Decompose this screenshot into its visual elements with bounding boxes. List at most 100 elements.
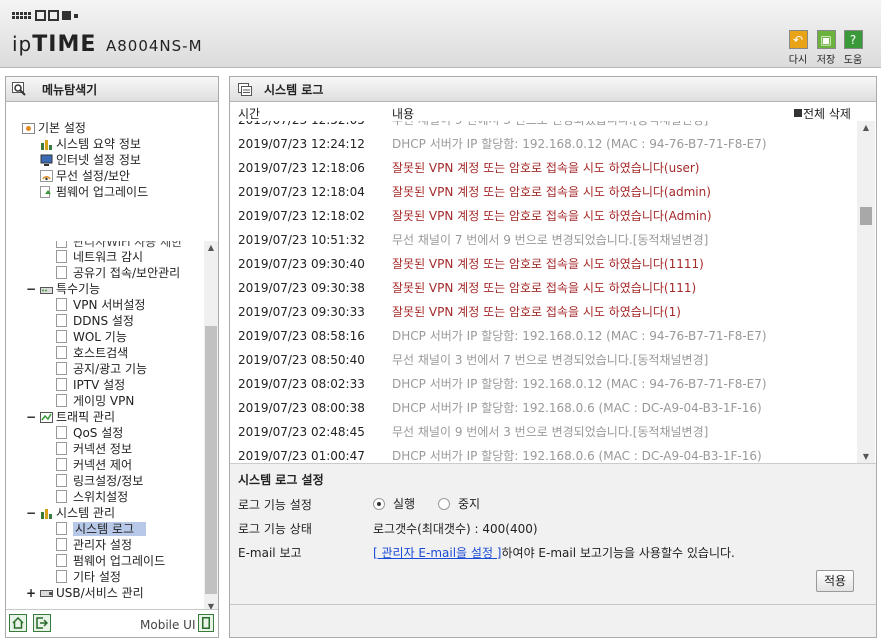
save-button[interactable]: ▣ 저장 [815, 30, 837, 66]
tree-item-gaming-vpn[interactable]: 게이밍 VPN [56, 393, 134, 409]
tree-group-label: 특수기능 [56, 282, 101, 296]
tree-item-label: 스위치설정 [73, 490, 129, 504]
column-time: 시간 [238, 107, 261, 121]
email-text: 하여야 E-mail 보고기능을 사용할수 있습니다. [501, 546, 735, 560]
delete-all-label: 전체 삭제 [803, 107, 851, 121]
help-icon: ? [843, 30, 863, 49]
menu-explorer-title: 메뉴탐색기 [42, 82, 98, 97]
usb-icon [40, 590, 53, 597]
mobile-ui-link[interactable]: Mobile UI [140, 618, 196, 632]
delete-all-button[interactable]: 전체 삭제 [794, 105, 851, 122]
apply-button[interactable]: 적용 [816, 570, 854, 592]
log-time: 2019/07/23 10:51:32 [238, 233, 365, 247]
tree-item-connection-info[interactable]: 커넥션 정보 [56, 441, 132, 457]
log-scrollbar[interactable]: ▲ ▼ [857, 121, 875, 463]
log-row: 2019/07/23 02:48:45 무선 채널이 9 번에서 3 번으로 변경… [230, 420, 857, 444]
admin-email-link[interactable]: [ 관리자 E-mail을 설정 ] [373, 546, 502, 560]
search-icon [12, 82, 26, 96]
tree-item-network-monitor[interactable]: 네트워크 감시 [56, 249, 143, 265]
logout-button[interactable] [33, 614, 51, 632]
tree-item-link-settings[interactable]: 링크설정/정보 [56, 473, 143, 489]
tree-item-qos[interactable]: QoS 설정 [56, 425, 123, 441]
log-text: 잘못된 VPN 계정 또는 암호로 접속을 시도 하였습니다(admin) [392, 185, 711, 199]
radio-run[interactable]: 실행 [373, 495, 415, 512]
tree-item-label: VPN 서버설정 [73, 298, 146, 312]
log-row: 2019/07/23 08:58:16 DHCP 서버가 IP 할당함: 192.… [230, 324, 857, 348]
tree-item-etc-settings[interactable]: 기타 설정 [56, 569, 121, 585]
page-icon [56, 474, 67, 487]
collapse-icon[interactable]: − [26, 281, 36, 297]
collapse-icon[interactable]: − [26, 409, 36, 425]
tree-item-host-search[interactable]: 호스트검색 [56, 345, 128, 361]
tree-item-admin-settings[interactable]: 관리자 설정 [56, 537, 132, 553]
tree-item-iptv[interactable]: IPTV 설정 [56, 377, 125, 393]
monitor-icon [40, 154, 53, 166]
tree-group-special[interactable]: − 특수기능 [26, 281, 100, 297]
page-icon [56, 378, 67, 391]
tree-item-system-log[interactable]: 시스템 로그 [56, 521, 147, 537]
tree-item-label: 무선 설정/보안 [56, 169, 131, 183]
brand-logo: ipTIME [12, 32, 96, 57]
tree-group-traffic[interactable]: − 트래픽 관리 [26, 409, 115, 425]
router-icon [40, 287, 53, 294]
tree-item-firmware[interactable]: 펌웨어 업그레이드 [56, 553, 165, 569]
brand-bold: TIME [32, 32, 97, 57]
tree-item-wol[interactable]: WOL 기능 [56, 329, 127, 345]
tree-item-router-access[interactable]: 공유기 접속/보안관리 [56, 265, 180, 281]
mobile-ui-button[interactable] [198, 614, 214, 632]
tree-item-firmware-basic[interactable]: 펌웨어 업그레이드 [40, 184, 148, 200]
scroll-down-icon[interactable]: ▼ [857, 452, 875, 461]
tree-item-wireless[interactable]: 무선 설정/보안 [40, 168, 130, 184]
home-button[interactable] [9, 614, 27, 632]
help-button[interactable]: ? 도움 [842, 30, 864, 66]
tree-group-usb[interactable]: + USB/서비스 관리 [26, 585, 144, 601]
tree-item-ddns[interactable]: DDNS 설정 [56, 313, 134, 329]
tree-item-label: 커넥션 정보 [73, 442, 133, 456]
log-scroll-thumb[interactable] [860, 207, 872, 225]
log-row: 2019/07/23 08:00:38 DHCP 서버가 IP 할당함: 192.… [230, 396, 857, 420]
log-row: 2019/07/23 12:18:06 잘못된 VPN 계정 또는 암호로 접속을… [230, 156, 857, 180]
page-icon [56, 442, 67, 455]
home-icon [12, 617, 24, 629]
radio-off-icon[interactable] [438, 498, 450, 510]
tree-item-notice[interactable]: 공지/광고 기능 [56, 361, 147, 377]
log-text: DHCP 서버가 IP 할당함: 192.168.0.12 (MAC : 94-… [392, 137, 767, 151]
log-row: 2019/07/23 10:51:32 무선 채널이 7 번에서 9 번으로 변경… [230, 228, 857, 252]
scroll-up-icon[interactable]: ▲ [857, 123, 875, 132]
page-icon [56, 298, 67, 311]
scroll-up-icon[interactable]: ▲ [204, 243, 218, 252]
tree-item-switch[interactable]: 스위치설정 [56, 489, 128, 505]
page-icon [56, 570, 67, 583]
tree-item-internet-info[interactable]: 인터넷 설정 정보 [40, 152, 141, 168]
menu-explorer-header: 메뉴탐색기 [6, 77, 218, 102]
tree-group-system[interactable]: − 시스템 관리 [26, 505, 115, 521]
tree-item-label: 공유기 접속/보안관리 [73, 266, 181, 280]
log-row: 2019/07/23 09:30:33 잘못된 VPN 계정 또는 암호로 접속을… [230, 300, 857, 324]
undo-icon: ↶ [788, 30, 808, 49]
tree-item-system-summary[interactable]: 시스템 요약 정보 [40, 136, 141, 152]
tree-item-label: 펌웨어 업그레이드 [73, 554, 166, 568]
radio-stop[interactable]: 중지 [438, 495, 480, 512]
log-time: 2019/07/23 09:30:38 [238, 281, 365, 295]
tree-item-vpn[interactable]: VPN 서버설정 [56, 297, 145, 313]
log-list: 2019/07/23 12:52:05 무선 채널이 9 번에서 3 번으로 변… [230, 121, 876, 463]
undo-button[interactable]: ↶ 다시 [787, 30, 809, 66]
radio-on-icon[interactable] [373, 498, 385, 510]
save-label: 저장 [816, 55, 836, 66]
log-time: 2019/07/23 09:30:33 [238, 305, 365, 319]
page-icon [56, 538, 67, 551]
tree-scroll-thumb[interactable] [205, 326, 217, 594]
tree-scrollbar[interactable]: ▲ ▼ [204, 241, 218, 613]
tree-item-connection-control[interactable]: 커넥션 제어 [56, 457, 132, 473]
column-content: 내용 [392, 107, 415, 121]
log-status-label: 로그 기능 상태 [238, 522, 312, 536]
log-time: 2019/07/23 12:52:05 [238, 121, 365, 132]
tree-item-label: 호스트검색 [73, 346, 129, 360]
collapse-icon[interactable]: − [26, 505, 36, 521]
log-row-partial-bottom: 2019/07/23 01:00:47 DHCP 서버가 IP 할당함: 192… [230, 444, 857, 463]
log-status-value: 로그갯수(최대갯수) : 400(400) [373, 522, 538, 536]
tree-group-basic[interactable]: 기본 설정 [22, 120, 86, 136]
log-text: 잘못된 VPN 계정 또는 암호로 접속을 시도 하였습니다(111) [392, 281, 697, 295]
tree-item-label-selected: 시스템 로그 [73, 522, 147, 536]
expand-icon[interactable]: + [26, 585, 36, 601]
